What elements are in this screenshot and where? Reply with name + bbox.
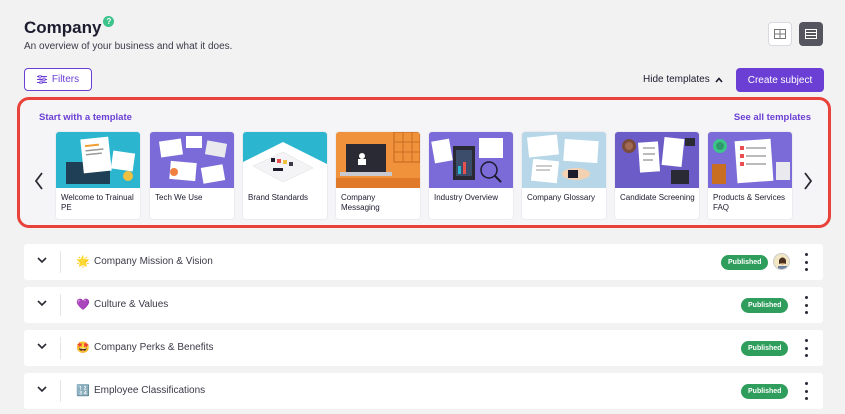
template-card[interactable]: Industry Overview: [429, 132, 513, 219]
filter-icon: [36, 75, 47, 84]
row-divider: [60, 294, 61, 316]
template-card-label: Candidate Screening: [620, 193, 695, 202]
template-carousel: Start with a template See all templates …: [17, 97, 831, 228]
template-thumbnail: [150, 132, 234, 188]
chevron-right-icon[interactable]: [803, 172, 813, 190]
template-card-label: Brand Standards: [248, 193, 309, 202]
kebab-menu-icon[interactable]: [803, 296, 809, 314]
subject-emoji: 💜: [76, 298, 90, 311]
template-card[interactable]: Company Messaging: [336, 132, 420, 219]
template-card[interactable]: Products & Services FAQ: [708, 132, 792, 219]
subject-emoji: 🤩: [76, 341, 90, 354]
kebab-menu-icon[interactable]: [803, 382, 809, 400]
status-badge: Published: [741, 298, 789, 313]
template-thumbnail: [56, 132, 140, 188]
help-icon[interactable]: ?: [103, 16, 115, 27]
status-badge: Published: [721, 255, 769, 270]
chevron-down-icon[interactable]: [37, 342, 47, 350]
hide-templates-toggle[interactable]: Hide templates: [643, 74, 723, 85]
template-heading: Start with a template: [39, 112, 132, 123]
list-view-button[interactable]: [799, 22, 823, 46]
page-header: Company ? An overview of your business a…: [24, 16, 233, 52]
status-badge: Published: [741, 384, 789, 399]
template-card-label: Welcome to Trainual PE: [61, 193, 134, 212]
template-card[interactable]: Tech We Use: [150, 132, 234, 219]
filters-button[interactable]: Filters: [24, 68, 92, 91]
subject-emoji: 🌟: [76, 255, 90, 268]
subject-row[interactable]: 🔢 Employee Classifications Published: [24, 373, 823, 409]
row-divider: [60, 337, 61, 359]
status-badge: Published: [741, 341, 789, 356]
template-thumbnail: [336, 132, 420, 188]
template-card-label: Company Messaging: [341, 193, 380, 212]
template-card[interactable]: Company Glossary: [522, 132, 606, 219]
subject-name[interactable]: Company Perks & Benefits: [94, 342, 214, 353]
template-card-label: Industry Overview: [434, 193, 499, 202]
subject-row[interactable]: 💜 Culture & Values Published: [24, 287, 823, 323]
see-all-templates-link[interactable]: See all templates: [734, 112, 811, 123]
kebab-menu-icon[interactable]: [803, 253, 809, 271]
row-divider: [60, 251, 61, 273]
template-thumbnail: [522, 132, 606, 188]
subject-row[interactable]: 🤩 Company Perks & Benefits Published: [24, 330, 823, 366]
subject-name[interactable]: Culture & Values: [94, 299, 168, 310]
subject-name[interactable]: Employee Classifications: [94, 385, 205, 396]
template-card-label: Company Glossary: [527, 193, 596, 202]
grid-view-button[interactable]: [768, 22, 792, 46]
chevron-left-icon[interactable]: [34, 172, 44, 190]
page-subtitle: An overview of your business and what it…: [24, 41, 233, 52]
chevron-up-icon: [715, 76, 723, 83]
row-divider: [60, 380, 61, 402]
create-subject-button[interactable]: Create subject: [736, 68, 824, 92]
subject-emoji: 🔢: [76, 384, 90, 397]
template-thumbnail: [615, 132, 699, 188]
avatar-image: [778, 257, 787, 269]
chevron-down-icon[interactable]: [37, 299, 47, 307]
list-view-icon: [805, 29, 817, 39]
template-card[interactable]: Welcome to Trainual PE: [56, 132, 140, 219]
template-thumbnail: [708, 132, 792, 188]
template-card-label: Products & Services FAQ: [713, 193, 786, 212]
kebab-menu-icon[interactable]: [803, 339, 809, 357]
subject-name[interactable]: Company Mission & Vision: [94, 256, 213, 267]
filters-label: Filters: [51, 74, 80, 85]
template-thumbnail: [243, 132, 327, 188]
template-thumbnail: [429, 132, 513, 188]
hide-templates-label: Hide templates: [643, 74, 710, 85]
chevron-down-icon[interactable]: [37, 385, 47, 393]
grid-view-icon: [774, 29, 786, 39]
page-title: Company: [24, 18, 102, 37]
avatar[interactable]: [773, 253, 790, 270]
subject-row[interactable]: 🌟 Company Mission & Vision Published: [24, 244, 823, 280]
template-card[interactable]: Brand Standards: [243, 132, 327, 219]
chevron-down-icon[interactable]: [37, 256, 47, 264]
template-card[interactable]: Candidate Screening: [615, 132, 699, 219]
template-card-label: Tech We Use: [155, 193, 203, 202]
